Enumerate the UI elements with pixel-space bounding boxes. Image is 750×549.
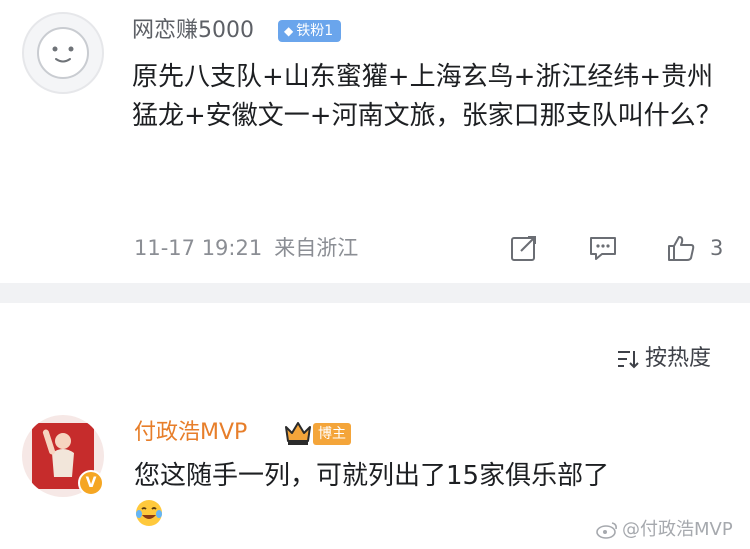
- weibo-logo-icon: [596, 522, 617, 539]
- laughing-tears-emoji-icon: [134, 498, 164, 528]
- comment-text: 您这随手一列，可就列出了15家俱乐部了: [134, 461, 610, 491]
- verified-badge-icon: V: [78, 470, 104, 496]
- avatar[interactable]: [22, 12, 104, 94]
- host-badge: 博主: [313, 423, 351, 445]
- comment-meta: 11-17 19:21 来自浙江: [134, 234, 358, 262]
- fan-badge-label: 铁粉1: [296, 23, 334, 39]
- crown-icon: [283, 419, 313, 447]
- sort-label: 按热度: [645, 346, 712, 371]
- timestamp: 11-17 19:21: [134, 236, 263, 260]
- section-divider: [0, 283, 750, 303]
- sort-icon: [618, 351, 639, 369]
- watermark: @付政浩MVP: [596, 517, 733, 543]
- share-icon[interactable]: [509, 233, 539, 263]
- username[interactable]: 付政浩MVP: [134, 418, 247, 448]
- sort-toggle[interactable]: 按热度: [615, 344, 711, 374]
- comment-text: 原先八支队+山东蜜獾+上海玄鸟+浙江经纬+贵州猛龙+安徽文一+河南文旅，张家口那…: [132, 62, 722, 131]
- username[interactable]: 网恋赚5000: [132, 16, 254, 46]
- diamond-icon: ◆: [284, 24, 294, 38]
- watermark-text: @付政浩MVP: [622, 519, 733, 540]
- reply-icon[interactable]: [588, 233, 618, 263]
- like-count: 3: [710, 236, 724, 260]
- like-icon[interactable]: [666, 233, 696, 263]
- location: 来自浙江: [274, 236, 359, 260]
- smiley-face-icon: [37, 27, 89, 79]
- fan-badge[interactable]: ◆ 铁粉1: [278, 20, 342, 42]
